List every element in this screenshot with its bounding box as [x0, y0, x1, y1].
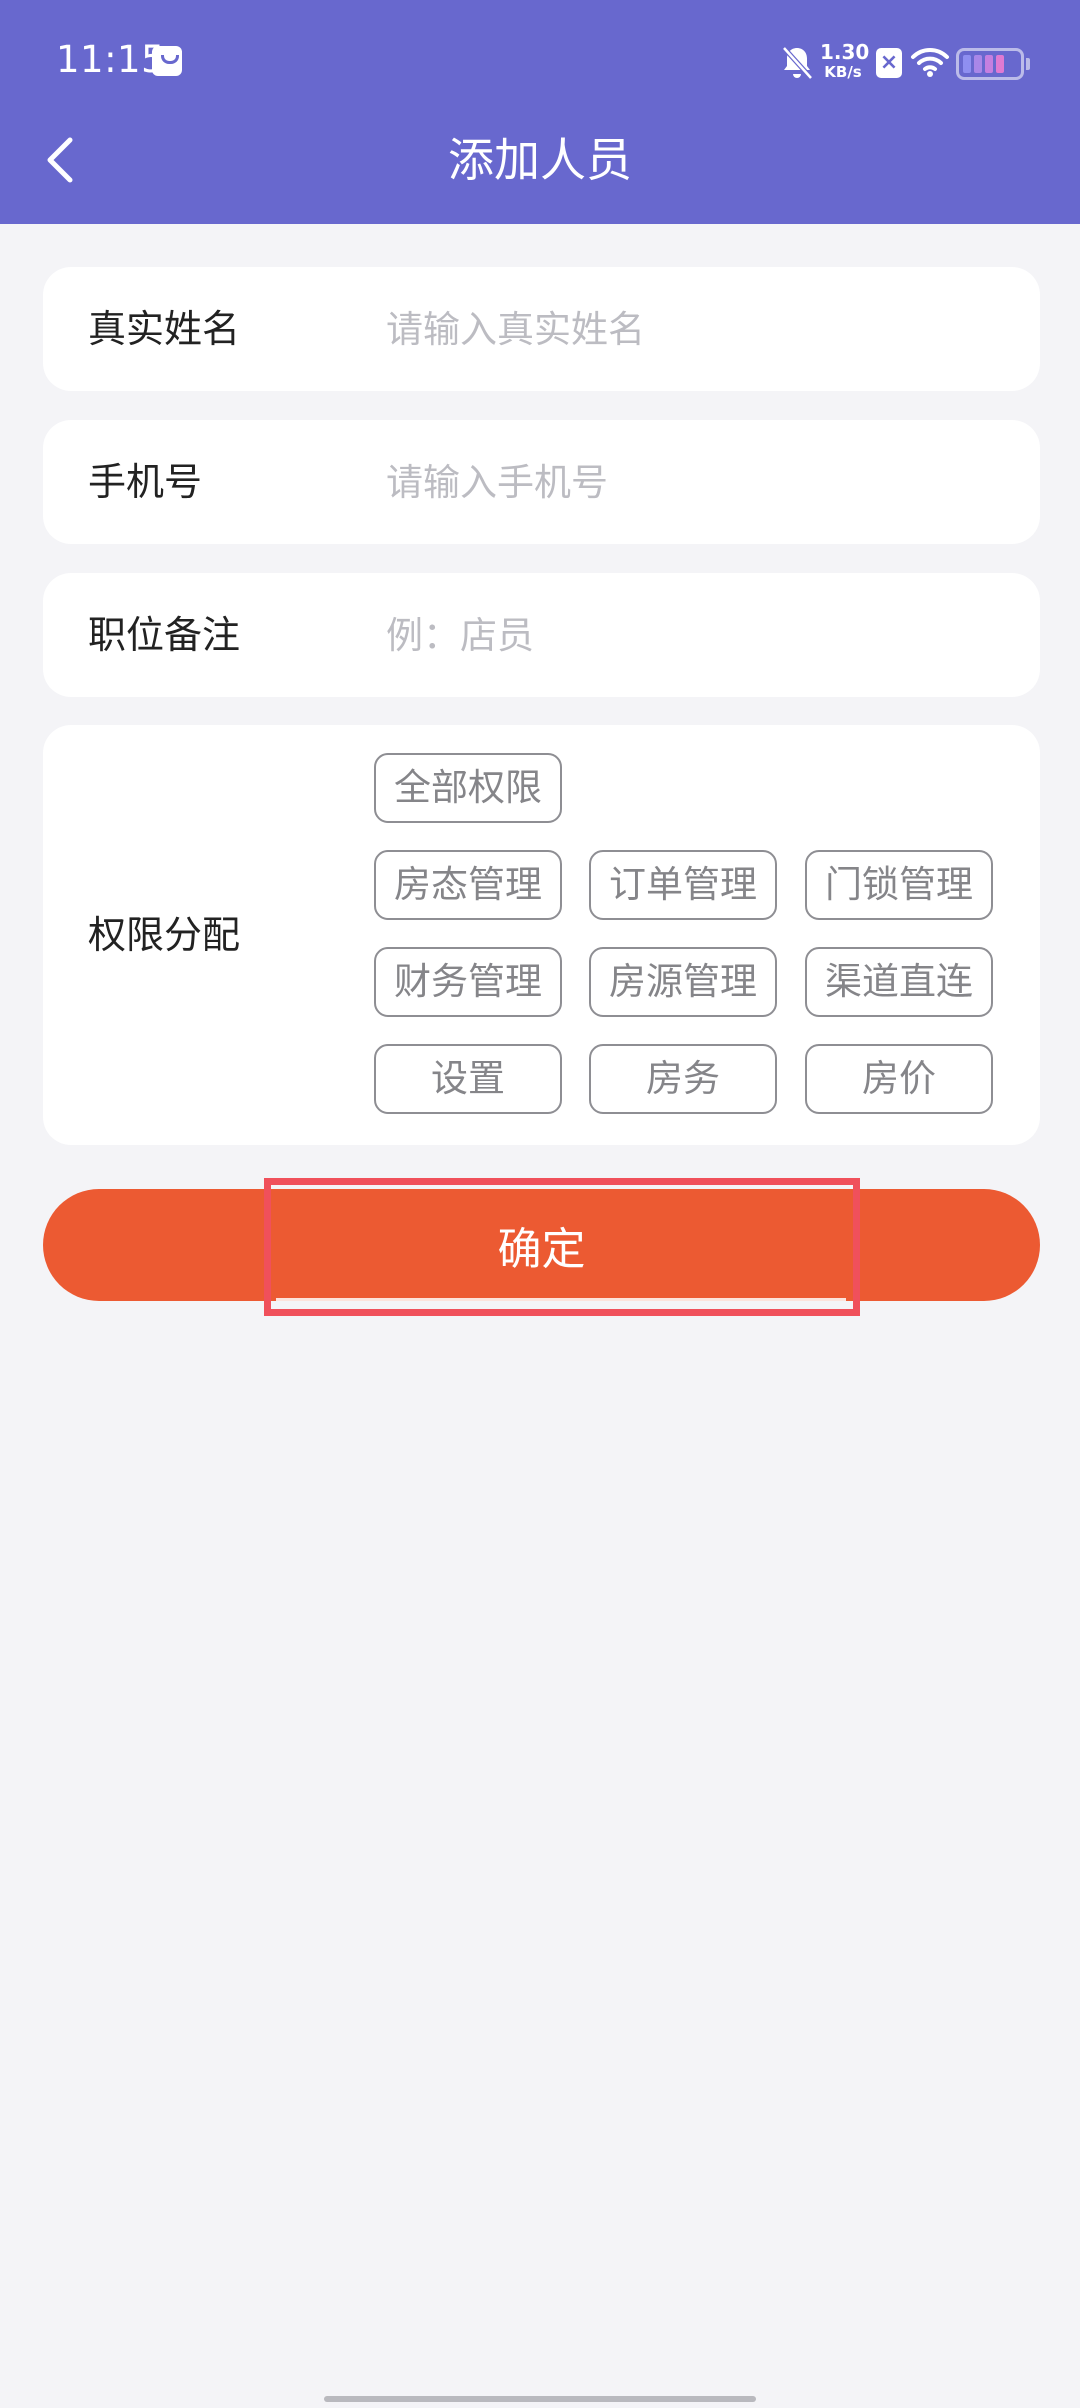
phone-input[interactable]: [386, 450, 986, 514]
phone-label: 手机号: [88, 460, 203, 504]
permission-channel-direct[interactable]: 渠道直连: [805, 947, 993, 1017]
close-box-icon: ×: [876, 48, 902, 78]
app-header: 11:15 1.30 KB/s × 添加人员: [0, 0, 1080, 224]
permission-housekeeping[interactable]: 房务: [589, 1044, 777, 1114]
name-label: 真实姓名: [88, 307, 241, 351]
permission-door-locks[interactable]: 门锁管理: [805, 850, 993, 920]
phone-field-card: 手机号: [43, 420, 1040, 544]
position-field-card: 职位备注: [43, 573, 1040, 697]
battery-tip: [1026, 58, 1030, 70]
home-indicator[interactable]: [324, 2396, 756, 2402]
permission-finance[interactable]: 财务管理: [374, 947, 562, 1017]
permissions-label: 权限分配: [88, 913, 241, 957]
permissions-card: 权限分配 全部权限 房态管理 订单管理 门锁管理 财务管理 房源管理 渠道直连 …: [43, 725, 1040, 1145]
bell-off-icon: [782, 46, 813, 80]
battery-segment: [996, 55, 1004, 73]
position-label: 职位备注: [88, 613, 241, 657]
battery-segment: [985, 55, 993, 73]
wifi-icon: [911, 47, 949, 77]
status-time: 11:15: [56, 38, 166, 81]
network-speed: 1.30 KB/s: [820, 40, 870, 82]
name-field-card: 真实姓名: [43, 267, 1040, 391]
permission-room-status[interactable]: 房态管理: [374, 850, 562, 920]
permission-orders[interactable]: 订单管理: [589, 850, 777, 920]
confirm-button-underline: [276, 1298, 846, 1301]
page-title: 添加人员: [448, 133, 632, 187]
network-speed-value: 1.30: [820, 40, 870, 64]
position-input[interactable]: [386, 603, 986, 667]
battery-segment: [963, 55, 971, 73]
chevron-left-icon[interactable]: [40, 130, 84, 190]
permission-listings[interactable]: 房源管理: [589, 947, 777, 1017]
network-speed-unit: KB/s: [824, 63, 862, 81]
name-input[interactable]: [386, 297, 986, 361]
battery-icon: [956, 48, 1024, 80]
status-bar: 11:15 1.30 KB/s ×: [0, 0, 1080, 124]
permission-settings[interactable]: 设置: [374, 1044, 562, 1114]
shopping-bag-icon: [152, 46, 182, 76]
permission-room-rates[interactable]: 房价: [805, 1044, 993, 1114]
battery-segment: [974, 55, 982, 73]
confirm-button[interactable]: 确定: [43, 1189, 1040, 1301]
permission-all[interactable]: 全部权限: [374, 753, 562, 823]
